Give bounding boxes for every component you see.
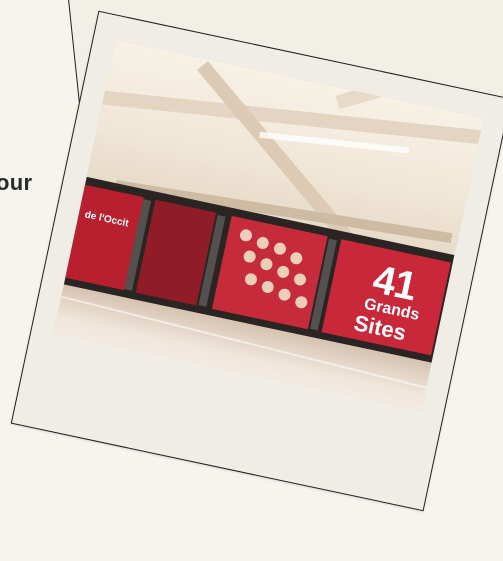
polaroid-card: de l'Occit 41 Grands Sites bbox=[10, 10, 503, 512]
poster-collage bbox=[211, 215, 328, 330]
edge-text: our bbox=[0, 170, 33, 195]
canvas: our de l'Occit 41 Grands Sites bbox=[0, 0, 503, 561]
storefront-photo: de l'Occit 41 Grands Sites bbox=[53, 39, 484, 412]
